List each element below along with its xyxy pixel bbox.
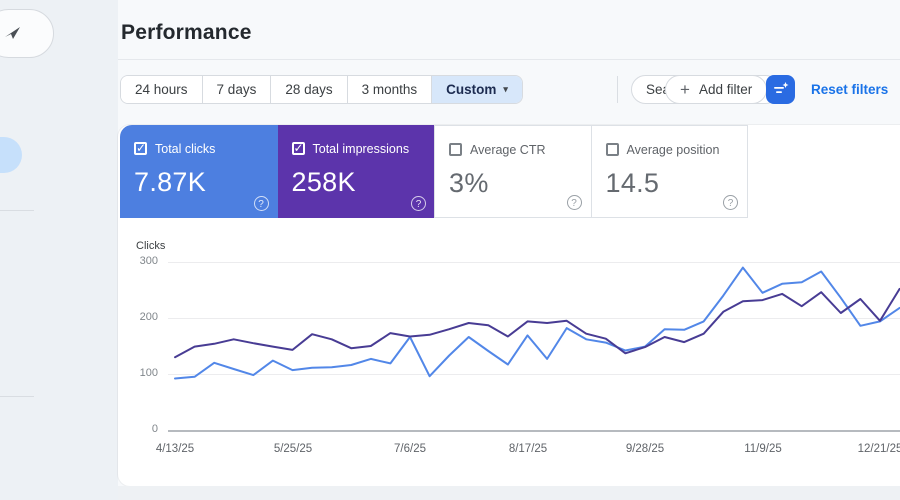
sidebar-divider [0,396,34,397]
date-range-24-hours[interactable]: 24 hours [121,76,202,103]
date-range-7-days[interactable]: 7 days [201,76,271,103]
page-bottom-background [118,486,900,500]
plus-icon: + [680,79,690,99]
x-tick-6: 12/21/25 [857,443,900,455]
metric-card-total-impressions[interactable]: ✓ Total impressions 258K ? [277,125,435,218]
x-tick-3: 8/17/25 [508,443,548,455]
tune-filter-icon [773,82,788,93]
header-divider [118,59,900,60]
sidebar [0,0,118,500]
sidebar-active-item-highlight[interactable] [0,137,22,173]
sidebar-divider [0,210,34,211]
help-icon[interactable]: ? [253,196,269,211]
chevron-down-icon: ▾ [503,84,508,94]
checkbox-average-ctr[interactable]: ✓ [449,143,462,156]
metric-card-total-clicks[interactable]: ✓ Total clicks 7.87K ? [120,125,278,218]
performance-line-chart[interactable] [120,250,900,442]
metric-label: Total clicks [155,142,216,156]
checkbox-total-impressions[interactable]: ✓ [291,141,305,155]
date-range-3-months[interactable]: 3 months [346,76,432,103]
add-filter-label: Add filter [698,82,753,97]
checkbox-average-position[interactable]: ✓ [605,143,619,156]
metric-card-average-ctr[interactable]: ✓ Average CTR 3% ? [434,125,592,218]
metric-cards-row: ✓ Total clicks 7.87K ? ✓ Total impressions… [120,125,748,218]
date-range-segmented-control: 24 hours 7 days 28 days 3 months Custom … [120,75,523,104]
filter-tune-button[interactable] [766,75,795,104]
page-title: Performance [121,21,252,44]
help-icon[interactable]: ? [723,195,738,210]
add-filter-button[interactable]: + Add filter [665,75,768,104]
metric-label: Average position [626,143,720,157]
x-tick-0: 4/13/25 [155,443,195,455]
arrow-icon [5,27,20,39]
date-range-custom[interactable]: Custom ▾ [431,76,522,103]
metric-label: Total impressions [312,142,410,156]
check-icon: ✓ [136,141,147,155]
search-console-performance-page: { "page": { "title": "Performance" }, "i… [0,0,900,500]
metric-value: 3% [449,168,489,198]
x-tick-4: 9/28/25 [625,443,665,455]
reset-filters-link[interactable]: Reset filters [811,82,888,97]
metric-card-average-position[interactable]: ✓ Average position 14.5 ? [590,125,748,218]
help-icon[interactable]: ? [566,195,582,210]
checkbox-total-clicks[interactable]: ✓ [134,141,147,155]
x-tick-5: 11/9/25 [744,443,782,455]
date-range-28-days[interactable]: 28 days [270,76,347,103]
x-tick-1: 5/25/25 [273,443,313,455]
x-tick-2: 7/6/25 [394,443,426,455]
metric-value: 14.5 [605,168,660,198]
check-icon: ✓ [293,141,304,155]
date-range-custom-label: Custom [446,82,497,97]
toolbar-separator [617,76,618,103]
sidebar-circle-button[interactable] [0,9,54,58]
metric-value: 258K [291,167,356,197]
help-icon[interactable]: ? [411,196,426,211]
metric-label: Average CTR [470,143,546,157]
metric-value: 7.87K [134,167,207,197]
filter-toolbar: 24 hours 7 days 28 days 3 months Custom … [120,75,900,104]
